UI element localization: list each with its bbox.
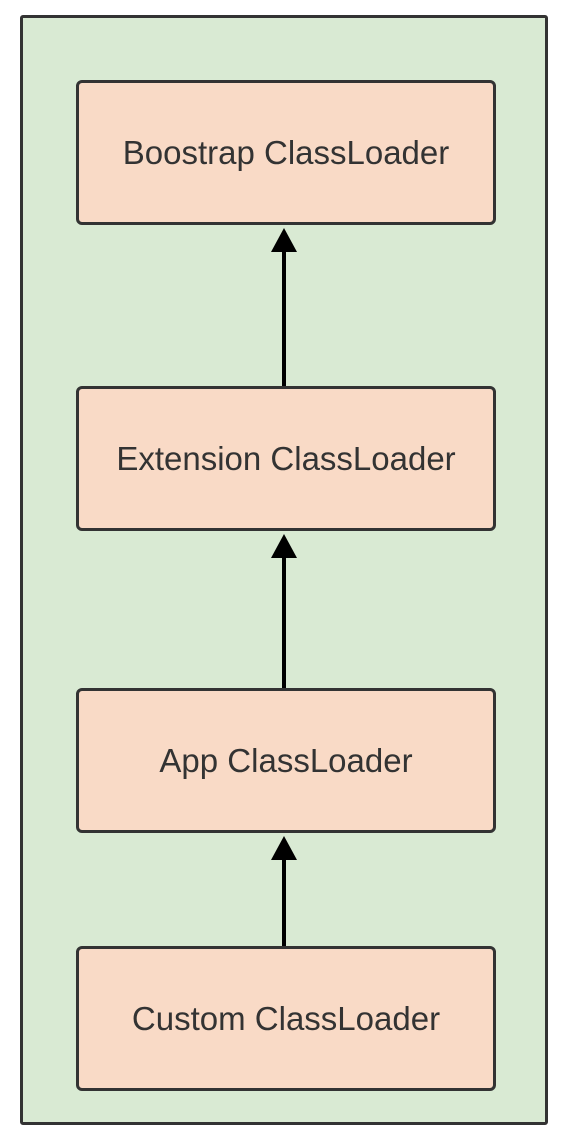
diagram-container: Boostrap ClassLoader Extension ClassLoad… xyxy=(20,15,548,1125)
box-label: Extension ClassLoader xyxy=(116,440,455,478)
arrow-head-icon xyxy=(271,836,297,860)
box-label: Boostrap ClassLoader xyxy=(123,134,450,172)
box-label: App ClassLoader xyxy=(159,742,412,780)
box-extension-classloader: Extension ClassLoader xyxy=(76,386,496,531)
arrow-line xyxy=(282,860,286,946)
arrow-line xyxy=(282,558,286,688)
box-label: Custom ClassLoader xyxy=(132,1000,440,1038)
box-app-classloader: App ClassLoader xyxy=(76,688,496,833)
box-bootstrap-classloader: Boostrap ClassLoader xyxy=(76,80,496,225)
arrow-app-to-extension xyxy=(271,534,297,688)
arrow-head-icon xyxy=(271,534,297,558)
box-custom-classloader: Custom ClassLoader xyxy=(76,946,496,1091)
arrow-custom-to-app xyxy=(271,836,297,946)
arrow-extension-to-bootstrap xyxy=(271,228,297,388)
arrow-head-icon xyxy=(271,228,297,252)
arrow-line xyxy=(282,252,286,388)
